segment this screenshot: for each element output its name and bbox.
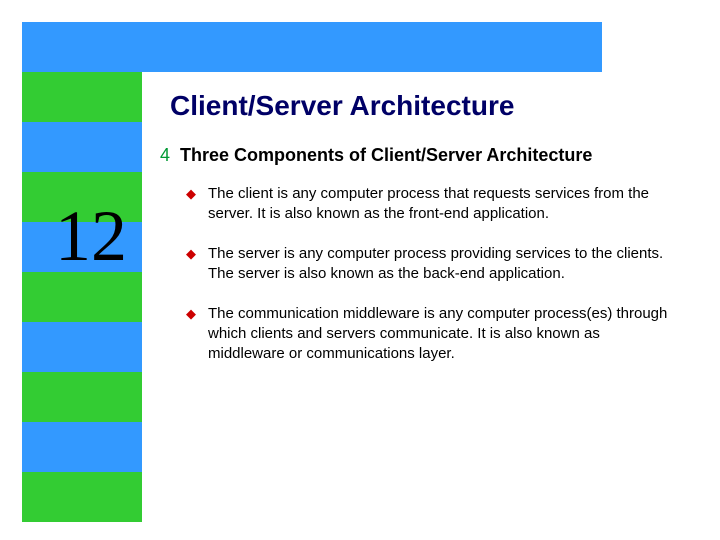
- diamond-icon: ◆: [186, 304, 196, 324]
- slide-content: Client/Server Architecture 4 Three Compo…: [160, 90, 680, 384]
- stripe: [22, 422, 142, 472]
- chapter-number: 12: [55, 195, 127, 278]
- stripe: [22, 22, 142, 72]
- main-bullet: 4 Three Components of Client/Server Arch…: [160, 144, 680, 166]
- stripe: [22, 322, 142, 372]
- stripe: [22, 122, 142, 172]
- sub-bullet-text: The client is any computer process that …: [208, 184, 680, 224]
- diamond-icon: ◆: [186, 184, 196, 204]
- main-bullet-icon: 4: [160, 144, 170, 166]
- sub-bullet: ◆ The server is any computer process pro…: [186, 244, 680, 284]
- stripe: [22, 472, 142, 522]
- main-bullet-text: Three Components of Client/Server Archit…: [180, 144, 592, 166]
- sub-bullet-list: ◆ The client is any computer process tha…: [186, 184, 680, 364]
- sub-bullet-text: The communication middleware is any comp…: [208, 304, 680, 364]
- stripe: [22, 272, 142, 322]
- stripe: [22, 372, 142, 422]
- sub-bullet: ◆ The client is any computer process tha…: [186, 184, 680, 224]
- stripe: [22, 72, 142, 122]
- sub-bullet-text: The server is any computer process provi…: [208, 244, 680, 284]
- diamond-icon: ◆: [186, 244, 196, 264]
- sub-bullet: ◆ The communication middleware is any co…: [186, 304, 680, 364]
- slide-title: Client/Server Architecture: [170, 90, 680, 122]
